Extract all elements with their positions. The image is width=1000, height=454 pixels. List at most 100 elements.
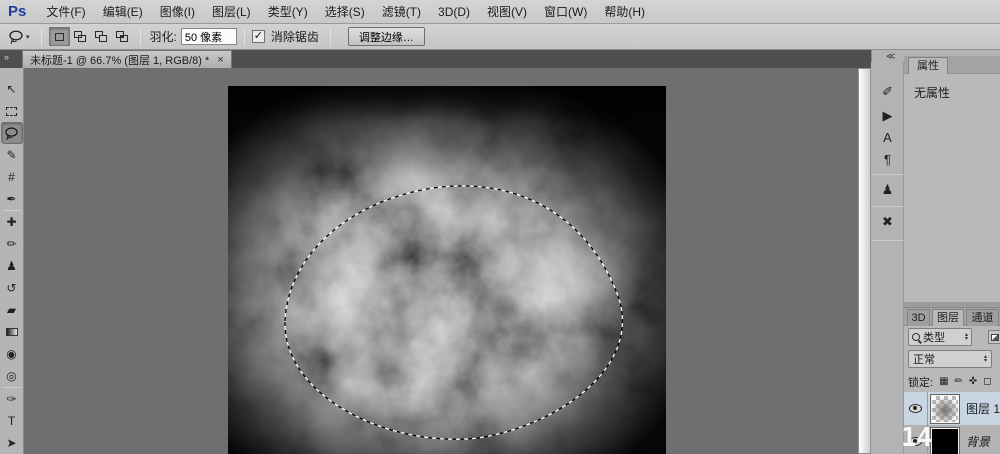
gradient-tool[interactable] <box>1 321 23 343</box>
vertical-scrollbar[interactable] <box>858 68 871 454</box>
new-selection-icon <box>55 33 64 41</box>
add-to-selection-mode-button[interactable] <box>70 27 91 46</box>
pixel-layer-icon <box>991 334 999 341</box>
background-name[interactable]: 背景 <box>966 433 990 450</box>
tab-3d[interactable]: 3D <box>907 309 930 326</box>
clouds-render <box>228 86 666 454</box>
no-properties-text: 无属性 <box>914 84 950 101</box>
refine-edge-button[interactable]: 调整边缘… <box>348 27 425 46</box>
photoshop-window: Ps 文件(F) 编辑(E) 图像(I) 图层(L) 类型(Y) 选择(S) 滤… <box>0 0 1000 454</box>
add-selection-icon <box>74 31 86 42</box>
blend-mode-dropdown[interactable]: 正常 ▴▾ <box>908 350 992 368</box>
dodge-tool[interactable]: ◎ <box>1 365 23 387</box>
menu-bar: Ps 文件(F) 编辑(E) 图像(I) 图层(L) 类型(Y) 选择(S) 滤… <box>0 0 1000 24</box>
updown-arrows-icon: ▴▾ <box>984 355 987 363</box>
menu-filter[interactable]: 滤镜(T) <box>382 3 421 20</box>
blend-mode-row: 正常 ▴▾ <box>904 348 1000 371</box>
dock-collapse-icon[interactable]: ≪ <box>886 51 894 62</box>
antialias-checkbox[interactable]: ✓ <box>252 30 265 43</box>
layers-tab-bar: 3D 图层 通道 <box>904 308 1000 326</box>
clone-source-panel-icon[interactable]: ♟ <box>871 180 904 200</box>
lock-transparency-icon[interactable]: ▦ <box>939 376 948 387</box>
menu-type[interactable]: 类型(Y) <box>268 3 308 20</box>
toolbar-collapse-icon[interactable]: » <box>4 52 9 62</box>
layer1-name[interactable]: 图层 1 <box>966 400 1000 417</box>
lock-image-icon[interactable]: ✏ <box>955 376 963 387</box>
type-tool[interactable]: T <box>1 410 23 432</box>
lasso-icon <box>8 29 24 45</box>
lasso-icon <box>4 126 19 141</box>
pen-tool[interactable]: ✑ <box>1 388 23 410</box>
lasso-tool[interactable] <box>1 122 23 144</box>
brush-tool[interactable]: ✏ <box>1 233 23 255</box>
menu-layer[interactable]: 图层(L) <box>212 3 251 20</box>
document-tab-strip: » 未标题-1 @ 66.7% (图层 1, RGB/8) * × <box>0 50 872 68</box>
strip-divider <box>871 206 904 207</box>
tab-properties[interactable]: 属性 <box>908 57 948 74</box>
tab-layers[interactable]: 图层 <box>932 309 964 326</box>
blend-mode-value: 正常 <box>913 351 935 367</box>
healing-brush-tool[interactable]: ✚ <box>1 211 23 233</box>
tab-channels[interactable]: 通道 <box>966 309 999 326</box>
search-icon <box>912 333 920 341</box>
eraser-tool[interactable]: ▰ <box>1 299 23 321</box>
blur-tool[interactable]: ◉ <box>1 343 23 365</box>
menu-select[interactable]: 选择(S) <box>325 3 365 20</box>
options-separator <box>330 28 331 46</box>
intersect-selection-mode-button[interactable] <box>112 27 133 46</box>
panel-icon-strip: ✐ ▶ A ¶ ♟ ✖ <box>871 62 904 454</box>
menu-edit[interactable]: 编辑(E) <box>103 3 143 20</box>
feather-label: 羽化: <box>150 28 177 45</box>
close-tab-icon[interactable]: × <box>217 54 223 66</box>
feather-input[interactable] <box>181 28 237 45</box>
properties-tab-bar: 属性 <box>904 56 1000 74</box>
lock-position-icon[interactable]: ✜ <box>969 376 977 387</box>
tools-panel: ↖ ✎ # ✒ ✚ ✏ ♟ ↺ ▰ ◉ ◎ ✑ T ➤ ○ <box>0 68 24 454</box>
rectangular-marquee-tool[interactable] <box>1 100 23 122</box>
current-tool-preset[interactable]: ▾ <box>8 29 30 45</box>
lock-row: 锁定: ▦ ✏ ✜ ◻ <box>904 371 1000 392</box>
history-brush-tool[interactable]: ↺ <box>1 277 23 299</box>
eye-icon <box>909 404 922 413</box>
tool-preset-dropdown-arrow[interactable]: ▾ <box>26 33 30 41</box>
options-separator <box>41 28 42 46</box>
quick-selection-tool[interactable]: ✎ <box>1 144 23 166</box>
updown-arrows-icon: ▴▾ <box>965 333 968 341</box>
menu-window[interactable]: 窗口(W) <box>544 3 587 20</box>
brush-presets-panel-icon[interactable]: ✐ <box>871 82 904 102</box>
strip-divider <box>871 174 904 175</box>
layer1-thumbnail[interactable] <box>932 396 958 422</box>
video-watermark: 14 <box>901 423 939 454</box>
properties-panel: 无属性 <box>904 74 1000 302</box>
actions-panel-icon[interactable]: ▶ <box>871 106 904 126</box>
path-selection-tool[interactable]: ➤ <box>1 432 23 454</box>
filter-pixel-layers-button[interactable] <box>988 330 1000 344</box>
options-separator <box>244 28 245 46</box>
filter-kind-dropdown[interactable]: 类型 ▴▾ <box>908 328 972 346</box>
eyedropper-tool[interactable]: ✒ <box>1 188 23 210</box>
document-canvas[interactable] <box>228 86 666 454</box>
subtract-from-selection-mode-button[interactable] <box>91 27 112 46</box>
paragraph-panel-icon[interactable]: ¶ <box>871 150 904 170</box>
clone-stamp-tool[interactable]: ♟ <box>1 255 23 277</box>
character-panel-icon[interactable]: A <box>871 128 904 148</box>
layer-row-layer1[interactable]: 图层 1 <box>904 392 1000 425</box>
layer-filter-row: 类型 ▴▾ <box>904 326 1000 348</box>
lock-all-icon[interactable]: ◻ <box>983 376 991 387</box>
crop-tool[interactable]: # <box>1 166 23 188</box>
menu-image[interactable]: 图像(I) <box>160 3 195 20</box>
new-selection-mode-button[interactable] <box>49 27 70 46</box>
options-separator <box>140 28 141 46</box>
document-tab[interactable]: 未标题-1 @ 66.7% (图层 1, RGB/8) * × <box>22 50 232 68</box>
tool-presets-panel-icon[interactable]: ✖ <box>871 212 904 232</box>
antialias-label: 消除锯齿 <box>271 28 319 45</box>
filter-kind-label: 类型 <box>923 329 945 345</box>
menu-file[interactable]: 文件(F) <box>46 3 85 20</box>
move-tool[interactable]: ↖ <box>1 78 23 100</box>
menu-help[interactable]: 帮助(H) <box>604 3 645 20</box>
menu-3d[interactable]: 3D(D) <box>438 5 470 19</box>
subtract-selection-icon <box>95 31 107 42</box>
menu-view[interactable]: 视图(V) <box>487 3 527 20</box>
marquee-icon <box>6 107 17 116</box>
visibility-cell[interactable] <box>904 392 928 425</box>
